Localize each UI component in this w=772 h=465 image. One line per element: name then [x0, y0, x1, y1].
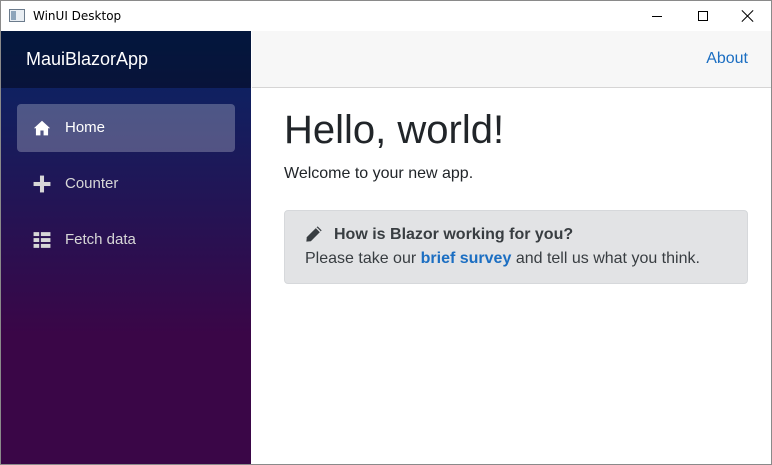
- welcome-text: Welcome to your new app.: [284, 165, 474, 182]
- maximize-icon: [698, 11, 708, 21]
- sidebar-item-counter[interactable]: Counter: [17, 160, 235, 208]
- app-window-icon[interactable]: [9, 9, 25, 22]
- survey-text-after: and tell us what you think.: [515, 250, 700, 267]
- about-link[interactable]: About: [706, 50, 748, 68]
- brand-link[interactable]: MauiBlazorApp: [26, 49, 148, 70]
- survey-prompt: How is Blazor working for you? Please ta…: [284, 210, 748, 284]
- sidebar-item-fetch-data[interactable]: Fetch data: [17, 216, 235, 264]
- list-icon: [33, 232, 51, 248]
- sidebar-item-home[interactable]: Home: [17, 104, 235, 152]
- sidebar-item-label: Counter: [65, 175, 119, 192]
- sidebar-item-label: Fetch data: [65, 231, 136, 248]
- minimize-button[interactable]: [634, 1, 680, 31]
- page-title: Hello, world!: [284, 108, 505, 152]
- plus-icon: [33, 175, 51, 193]
- main-content: Hello, world! Welcome to your new app.: [284, 108, 748, 183]
- survey-link[interactable]: brief survey: [421, 250, 512, 267]
- minimize-icon: [652, 15, 662, 17]
- sidebar: MauiBlazorApp Home Counter Fetch data: [1, 31, 251, 464]
- app-window: WinUI Desktop MauiBlazorApp Home Counter…: [0, 0, 772, 465]
- close-button[interactable]: [725, 1, 771, 31]
- survey-text-before: Please take our: [305, 250, 417, 267]
- survey-text: Please take our brief survey and tell us…: [305, 250, 700, 268]
- home-icon: [33, 120, 51, 136]
- maximize-button[interactable]: [680, 1, 726, 31]
- survey-title: How is Blazor working for you?: [334, 226, 574, 243]
- top-row: About: [252, 31, 771, 88]
- window-title: WinUI Desktop: [33, 9, 122, 23]
- brand-bar: MauiBlazorApp: [1, 31, 251, 88]
- nav-menu: Home Counter Fetch data: [17, 104, 235, 272]
- pencil-icon: [306, 226, 322, 242]
- sidebar-item-label: Home: [65, 119, 106, 136]
- title-bar[interactable]: WinUI Desktop: [1, 1, 771, 31]
- close-icon: [742, 10, 754, 22]
